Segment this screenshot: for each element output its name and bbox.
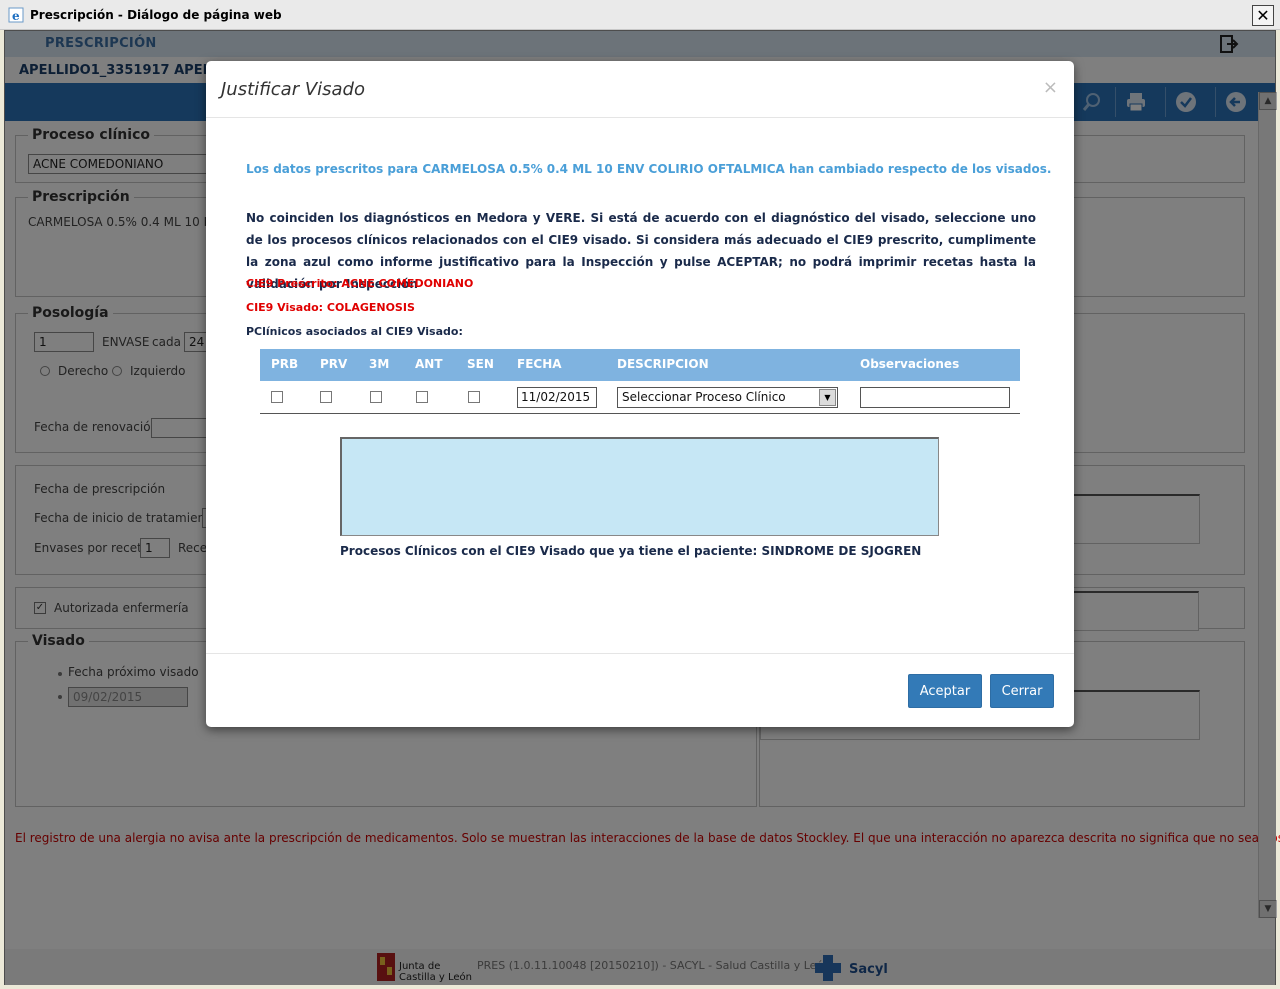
prb-checkbox[interactable] — [271, 391, 283, 403]
column-header-fecha: FECHA — [517, 357, 562, 371]
descripcion-select[interactable]: Seleccionar Proceso Clínico ▼ — [617, 387, 838, 408]
fecha-input[interactable]: 11/02/2015 — [517, 387, 597, 408]
ant-checkbox[interactable] — [416, 391, 428, 403]
svg-text:e: e — [12, 9, 20, 23]
modal-footer: Aceptar Cerrar — [206, 653, 1074, 727]
modal-close-icon[interactable]: × — [1043, 77, 1058, 98]
column-header-ant: ANT — [415, 357, 443, 371]
3m-checkbox[interactable] — [370, 391, 382, 403]
column-header-observaciones: Observaciones — [860, 357, 960, 371]
cie9-visado-text: CIE9 Visado: COLAGENOSIS — [246, 301, 415, 314]
pclinicos-grid-header: PRB PRV 3M ANT SEN FECHA DESCRIPCION Obs… — [260, 349, 1020, 381]
modal-title: Justificar Visado — [221, 79, 365, 100]
modal-header: Justificar Visado × — [206, 61, 1074, 118]
prv-checkbox[interactable] — [320, 391, 332, 403]
window-title: Prescripción - Diálogo de página web — [30, 8, 282, 22]
ie-browser-icon: e — [8, 7, 24, 23]
descripcion-select-value: Seleccionar Proceso Clínico — [622, 390, 786, 404]
column-header-sen: SEN — [467, 357, 494, 371]
aceptar-button[interactable]: Aceptar — [908, 674, 982, 708]
window-titlebar: e Prescripción - Diálogo de página web ✕ — [0, 0, 1280, 30]
changed-data-message: Los datos prescritos para CARMELOSA 0.5%… — [246, 162, 1052, 176]
column-header-3m: 3M — [369, 357, 390, 371]
window-close-button[interactable]: ✕ — [1252, 5, 1274, 26]
justification-textarea[interactable] — [340, 437, 939, 536]
table-row: 11/02/2015 Seleccionar Proceso Clínico ▼ — [260, 381, 1020, 414]
existing-procesos-text: Procesos Clínicos con el CIE9 Visado que… — [340, 544, 922, 558]
pclinicos-label: PClínicos asociados al CIE9 Visado: — [246, 325, 463, 338]
column-header-prv: PRV — [320, 357, 348, 371]
cie9-prescrito-text: CIE9 Prescrito: ACNE COMEDONIANO — [246, 277, 474, 290]
column-header-prb: PRB — [271, 357, 299, 371]
cerrar-button[interactable]: Cerrar — [990, 674, 1054, 708]
column-header-descripcion: DESCRIPCION — [617, 357, 709, 371]
justificar-visado-modal: Justificar Visado × Los datos prescritos… — [206, 61, 1074, 727]
chevron-down-icon[interactable]: ▼ — [819, 389, 836, 406]
observaciones-input[interactable] — [860, 387, 1010, 408]
sen-checkbox[interactable] — [468, 391, 480, 403]
